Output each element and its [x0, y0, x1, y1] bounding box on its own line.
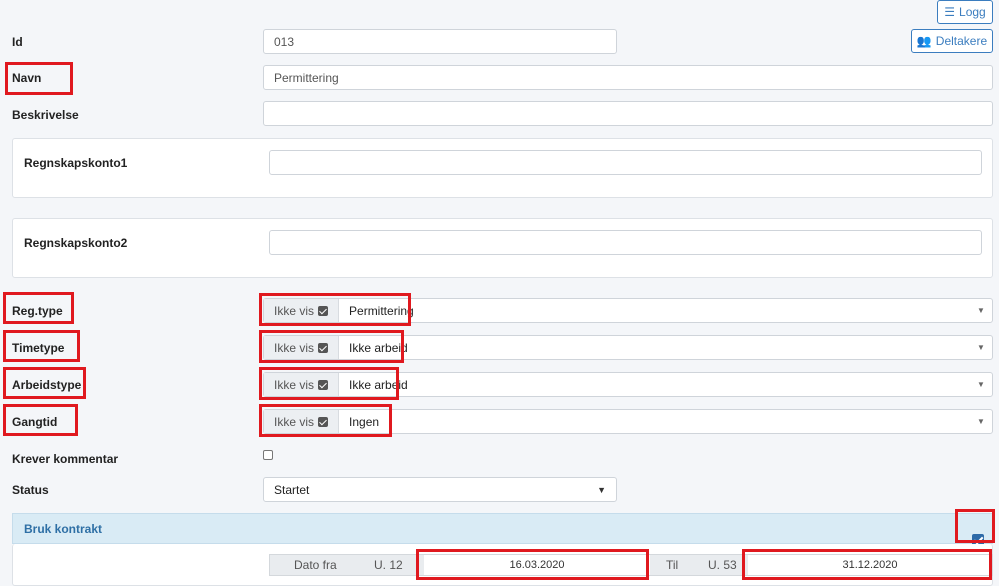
regnskapskonto2-input[interactable]: [269, 230, 982, 255]
arbeidstype-select[interactable]: Ikke vis Ikke arbeid ▼: [263, 372, 993, 397]
logg-button[interactable]: ☰ Logg: [937, 0, 993, 24]
krever-kommentar-checkbox[interactable]: [263, 450, 273, 460]
timetype-value: Ikke arbeid: [349, 340, 408, 355]
chevron-down-icon: ▼: [977, 306, 985, 315]
regtype-select[interactable]: Ikke vis Permittering ▼: [263, 298, 993, 323]
gangtid-hide-addon: Ikke vis: [264, 410, 340, 433]
contract-panel-title: Bruk kontrakt: [24, 522, 103, 536]
timetype-select[interactable]: Ikke vis Ikke arbeid ▼: [263, 335, 993, 360]
list-icon: ☰: [944, 5, 956, 19]
arbeidstype-label: Arbeidstype: [12, 378, 82, 392]
gangtid-select[interactable]: Ikke vis Ingen ▼: [263, 409, 993, 434]
timetype-hide-addon: Ikke vis: [264, 336, 340, 359]
contract-date-row: Dato fra U. 12 16.03.2020 Til U. 53 31.1…: [269, 554, 993, 576]
status-label: Status: [12, 483, 49, 497]
status-select[interactable]: Startet ▼: [263, 477, 617, 502]
timetype-hide-checkbox[interactable]: [318, 342, 329, 353]
deltakere-label: Deltakere: [935, 34, 988, 48]
regtype-label: Reg.type: [12, 304, 63, 318]
deltakere-button[interactable]: 👥 Deltakere: [911, 29, 993, 53]
regtype-hide-checkbox[interactable]: [318, 305, 329, 316]
chevron-down-icon: ▼: [977, 343, 985, 352]
regnskapskonto2-label: Regnskapskonto2: [24, 236, 128, 250]
logg-label: Logg: [959, 5, 986, 19]
regnskapskonto1-input[interactable]: [269, 150, 982, 175]
gangtid-value: Ingen: [349, 414, 380, 429]
chevron-down-icon: ▼: [977, 380, 985, 389]
beskrivelse-label: Beskrivelse: [12, 108, 79, 122]
arbeidstype-hide-checkbox[interactable]: [318, 379, 329, 390]
to-label: Til: [666, 558, 679, 572]
id-label: Id: [12, 35, 23, 49]
to-week: U. 53: [708, 558, 737, 572]
from-date-input[interactable]: 16.03.2020: [424, 555, 650, 575]
date-from-label: Dato fra: [294, 558, 337, 572]
status-value: Startet: [274, 482, 310, 497]
to-date-input[interactable]: 31.12.2020: [748, 555, 992, 575]
gangtid-hide-checkbox[interactable]: [318, 416, 329, 427]
krever-kommentar-label: Krever kommentar: [12, 452, 119, 466]
caret-down-icon: ▼: [597, 484, 606, 495]
regtype-value: Permittering: [349, 303, 414, 318]
timetype-label: Timetype: [12, 341, 65, 355]
beskrivelse-input[interactable]: [263, 101, 993, 126]
users-icon: 👥: [916, 34, 932, 48]
regnskapskonto1-label: Regnskapskonto1: [24, 156, 128, 170]
regtype-hide-addon: Ikke vis: [264, 299, 340, 322]
from-week: U. 12: [374, 558, 403, 572]
navn-label: Navn: [12, 71, 42, 85]
navn-input[interactable]: Permittering: [263, 65, 993, 90]
arbeidstype-hide-addon: Ikke vis: [264, 373, 340, 396]
id-input[interactable]: 013: [263, 29, 617, 54]
contract-panel-header: [12, 513, 993, 544]
arbeidstype-value: Ikke arbeid: [349, 377, 408, 392]
chevron-down-icon: ▼: [977, 417, 985, 426]
gangtid-label: Gangtid: [12, 415, 58, 429]
